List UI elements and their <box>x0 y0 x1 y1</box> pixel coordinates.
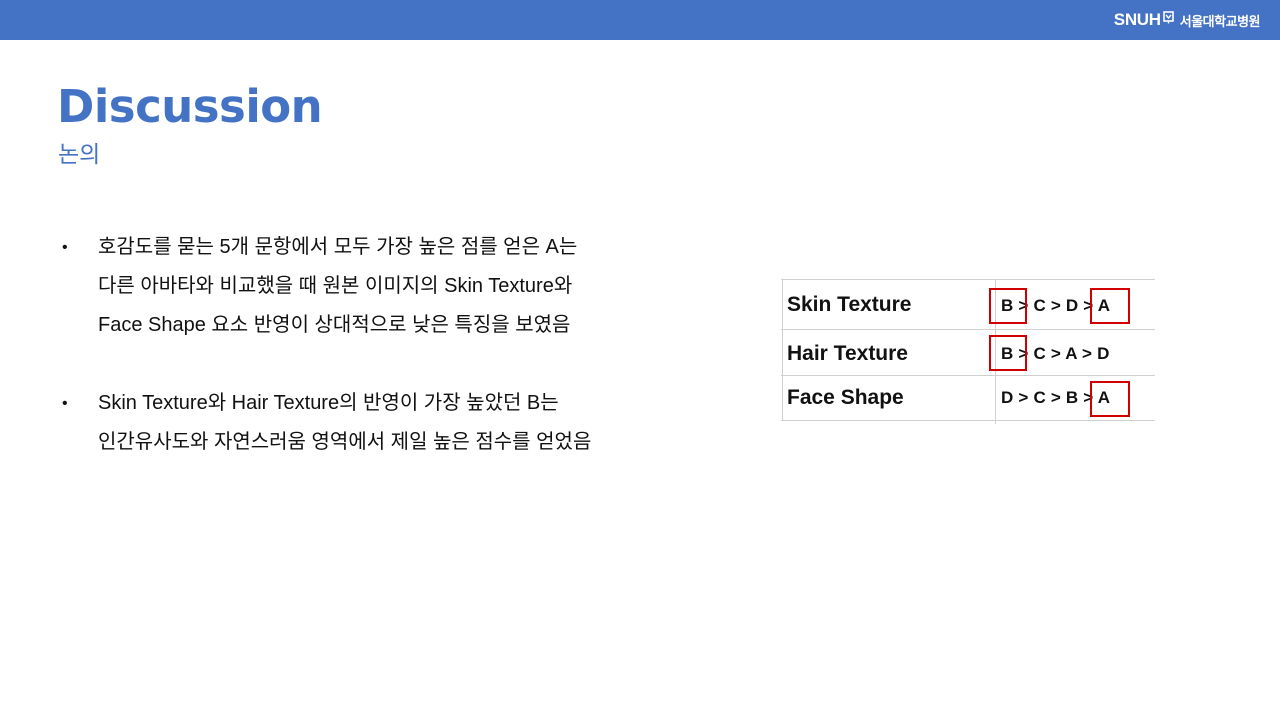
bullet-marker: • <box>62 239 68 256</box>
bullet-line: Skin Texture와 Hair Texture의 반영이 가장 높았던 B… <box>98 392 559 414</box>
ranking-table: Skin Texture B > C > D > A Hair Texture … <box>781 279 1155 424</box>
logo-symbol-icon <box>1162 10 1174 24</box>
row-label: Face Shape <box>787 386 904 409</box>
bullet-line: 다른 아바타와 비교했을 때 원본 이미지의 Skin Texture와 <box>98 275 573 297</box>
row-label: Hair Texture <box>787 342 908 365</box>
table-row: Skin Texture B > C > D > A <box>781 279 1155 329</box>
bullet-line: 호감도를 묻는 5개 문항에서 모두 가장 높은 점를 얻은 A는 <box>98 236 578 258</box>
page-title: Discussion <box>57 80 323 133</box>
discussion-bullets: • 호감도를 묻는 5개 문항에서 모두 가장 높은 점를 얻은 A는 다른 아… <box>62 228 702 462</box>
table-row: Hair Texture B > C > A > D <box>781 330 1155 375</box>
logo-text: SNUH <box>1113 10 1161 29</box>
bullet-line: 인간유사도와 자연스러움 영역에서 제일 높은 점수를 얻었음 <box>98 431 592 453</box>
page-subtitle: 논의 <box>58 141 101 167</box>
highlight-box <box>1090 288 1130 324</box>
hospital-logo: SNUH 서울대학교병원 <box>1113 0 1261 40</box>
highlight-box <box>1090 381 1130 417</box>
bullet-item: • Skin Texture와 Hair Texture의 반영이 가장 높았던… <box>62 384 702 462</box>
highlight-box <box>989 288 1027 324</box>
bullet-marker: • <box>62 395 68 412</box>
bullet-line: Face Shape 요소 반영이 상대적으로 낮은 특징을 보였음 <box>98 314 571 336</box>
bullet-item: • 호감도를 묻는 5개 문항에서 모두 가장 높은 점를 얻은 A는 다른 아… <box>62 228 702 345</box>
table-row: Face Shape D > C > B > A <box>781 376 1155 421</box>
highlight-box <box>989 335 1027 371</box>
logo-korean-name: 서울대학교병원 <box>1179 13 1261 29</box>
row-label: Skin Texture <box>787 293 912 316</box>
header-bar: SNUH 서울대학교병원 <box>0 0 1280 40</box>
